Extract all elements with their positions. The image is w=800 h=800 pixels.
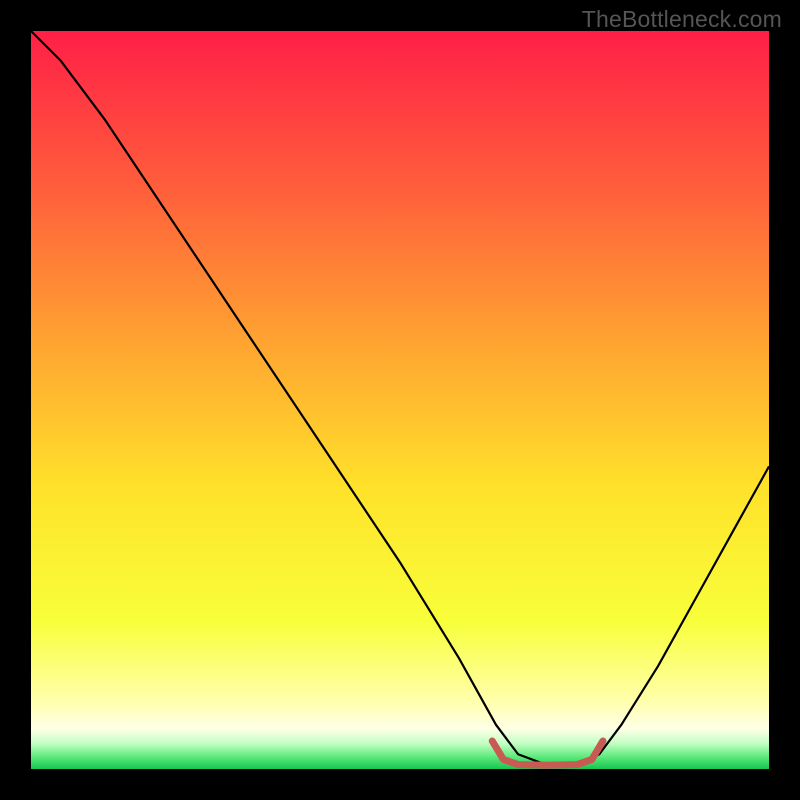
watermark-text: TheBottleneck.com bbox=[582, 6, 782, 33]
chart-background bbox=[31, 31, 769, 769]
chart-frame bbox=[31, 31, 769, 769]
bottleneck-chart bbox=[31, 31, 769, 769]
